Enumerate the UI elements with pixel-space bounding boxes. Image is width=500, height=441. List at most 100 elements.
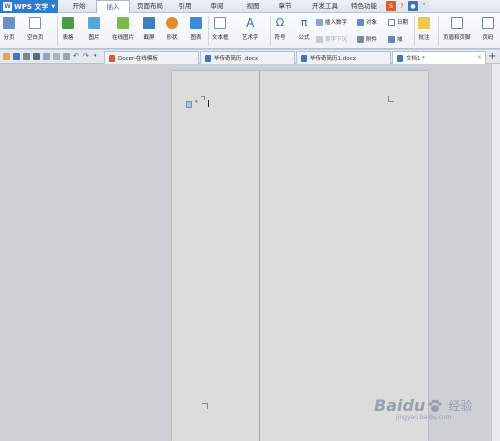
field-button[interactable]: 域 [388,35,403,43]
margin-corner-top-left [201,96,205,100]
tab-developer[interactable]: 开发工具 [308,0,342,13]
drop-cap-label: 首字下沉 [325,37,348,43]
print-icon[interactable] [33,53,40,60]
tab-references[interactable]: 引用 [172,0,198,13]
textbox-label: 文本框 [212,35,229,41]
feedback-icon[interactable]: ● [408,1,418,11]
document-workspace: ▾ [0,64,500,441]
date-button[interactable]: 日期 [388,18,408,26]
header-footer-button[interactable]: 页眉和页脚 [443,13,471,41]
drop-cap-icon [316,35,323,43]
open-icon[interactable] [3,53,10,60]
ribbon-divider [208,16,209,46]
textbox-button[interactable]: 文本框 [212,13,229,41]
new-tab-icon[interactable]: + [488,51,496,62]
attachment-button[interactable]: 附件 [357,35,377,43]
collapse-icon[interactable]: ˄ [419,1,429,11]
document-page[interactable]: ▾ [172,71,428,441]
doc-tab-label: 毕传奇简历 .docx [214,56,259,62]
insert-number-label: 插入数字 [325,20,348,26]
table-button[interactable]: 表格 [62,13,74,41]
chart-button[interactable]: 图表 [190,13,202,41]
comment-icon [418,17,430,29]
doc-tab-docer[interactable]: Docer-在线模板 [104,51,199,64]
comment-button[interactable]: 批注 [418,13,430,41]
redo-icon[interactable] [63,53,70,60]
word-doc-icon [301,54,307,62]
menu-tools: S ? ● ˄ [386,1,429,12]
app-menu-button[interactable]: W WPS 文字 ▼ [0,0,58,13]
screenshot-icon [143,17,155,29]
paste-options-icon[interactable] [186,101,192,108]
tab-view[interactable]: 视图 [240,0,266,13]
skin-icon[interactable]: S [386,1,396,11]
blank-page-button[interactable]: 空白页 [27,13,44,41]
word-doc-icon [205,54,211,62]
redo-arrow-icon[interactable]: ↷ [83,53,90,60]
doc-tab-resume1[interactable]: 毕传奇简历1.docx [296,51,391,64]
margin-corner-bottom-left [202,403,208,409]
chart-label: 图表 [190,35,202,41]
tab-chapter[interactable]: 章节 [272,0,298,13]
quick-access-dropdown-icon[interactable]: ▾ [94,53,101,60]
pi-icon: π [300,16,308,29]
help-icon[interactable]: ? [397,1,407,11]
doc-tab-document1[interactable]: 文档1 * × [392,51,486,64]
formula-label: 公式 [298,35,310,41]
formula-button[interactable]: π 公式 [298,13,310,42]
tab-page-layout[interactable]: 页面布局 [134,0,166,13]
watermark-brand: Baidu [374,396,426,415]
print-preview-icon[interactable] [23,53,30,60]
baidu-watermark: Baidu 经验 jingyan.baidu.com [374,396,473,421]
doc-tab-label: 文档1 * [406,56,425,62]
ribbon-divider [270,16,271,46]
picture-label: 图片 [88,35,100,41]
ribbon-divider [438,16,439,46]
vertical-scrollbar[interactable] [491,64,500,441]
doc-tab-label: Docer-在线模板 [118,56,158,62]
doc-tab-label: 毕传奇简历1.docx [310,56,356,62]
undo-icon[interactable]: ↶ [73,53,80,60]
text-cursor [208,100,209,107]
comment-label: 批注 [418,35,430,41]
chevron-down-icon: ▾ [195,99,198,105]
wordart-button[interactable]: A 艺术字 [242,13,259,41]
object-button[interactable]: 对象 [357,18,377,26]
format-painter-icon[interactable] [53,53,60,60]
blank-page-icon [29,17,42,29]
page-break-icon [3,17,15,29]
export-pdf-icon[interactable] [43,53,50,60]
save-icon[interactable] [13,53,20,60]
table-icon [62,17,74,29]
tab-insert[interactable]: 插入 [96,0,130,13]
doc-tab-resume[interactable]: 毕传奇简历 .docx [200,51,295,64]
attachment-icon [357,35,364,43]
online-picture-button[interactable]: 在线图片 [112,13,134,41]
table-label: 表格 [62,35,74,41]
tab-start[interactable]: 开始 [64,0,94,13]
column-divider [259,71,260,441]
tab-review[interactable]: 审阅 [204,0,230,13]
number-icon [316,18,323,26]
screenshot-label: 截屏 [143,35,155,41]
page-number-button[interactable]: 页码 [482,13,494,41]
picture-icon [88,17,100,29]
blank-page-label: 空白页 [27,35,44,41]
watermark-suffix: 经验 [448,399,473,413]
shape-button[interactable]: 形状 [166,13,178,41]
close-icon[interactable]: × [477,54,482,61]
page-break-button[interactable]: 分页 [3,13,15,41]
insert-number-button[interactable]: 插入数字 [316,18,347,26]
symbol-button[interactable]: Ω 符号 [274,13,286,42]
omega-icon: Ω [275,16,285,29]
shape-label: 形状 [166,35,178,41]
chevron-down-icon: ▼ [51,3,56,10]
drop-cap-button[interactable]: 首字下沉 [316,35,347,43]
screenshot-button[interactable]: 截屏 [143,13,155,41]
paw-icon [429,399,442,412]
page-break-label: 分页 [3,35,15,41]
header-footer-icon [450,17,463,29]
margin-corner-top-right [388,96,394,102]
picture-button[interactable]: 图片 [88,13,100,41]
tab-special[interactable]: 特色功能 [348,0,380,13]
